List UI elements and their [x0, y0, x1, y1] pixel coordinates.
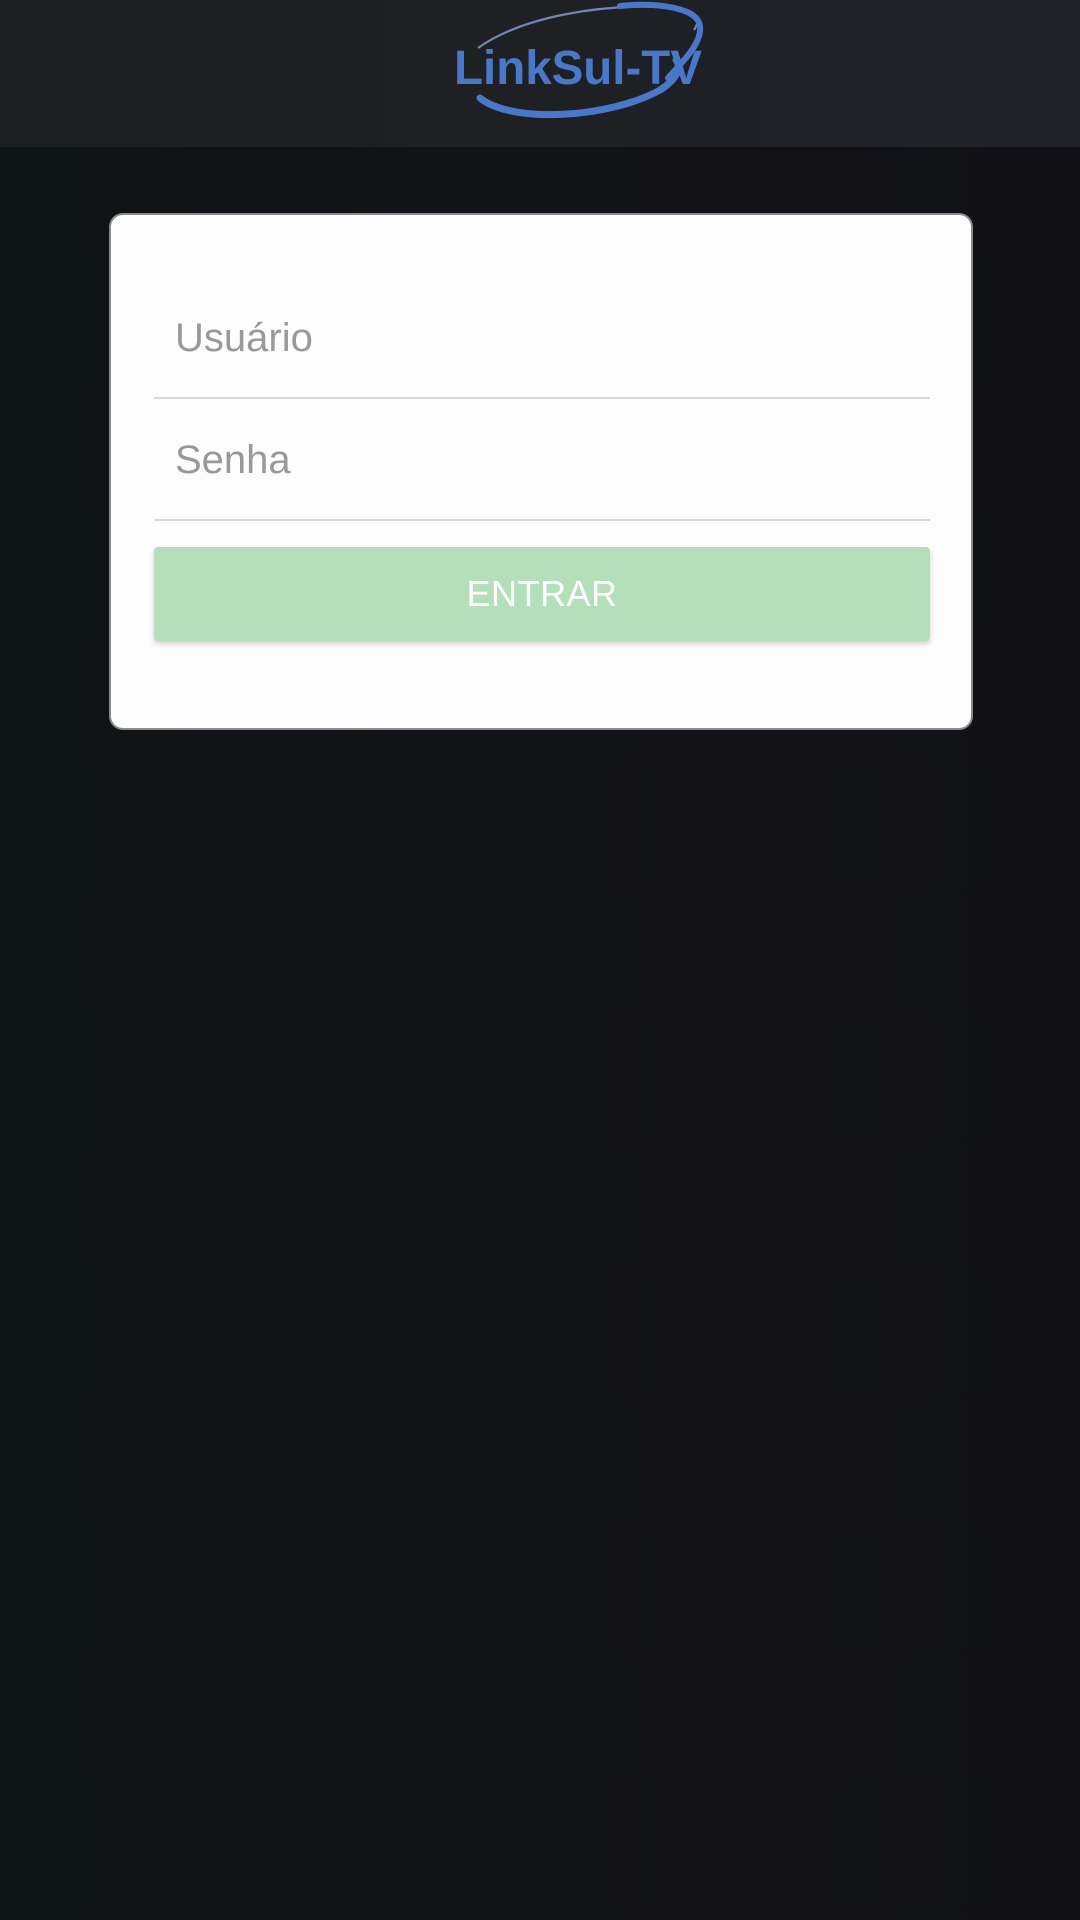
login-card: ENTRAR [109, 213, 973, 730]
password-input[interactable] [154, 401, 930, 519]
password-field-wrapper [154, 401, 930, 521]
username-field-wrapper [154, 279, 930, 399]
username-input[interactable] [154, 279, 930, 397]
app-header: LinkSul-TV [0, 0, 1080, 147]
brand-logo: LinkSul-TV [450, 0, 706, 120]
svg-text:LinkSul-TV: LinkSul-TV [454, 42, 702, 95]
app-screen: LinkSul-TV ENTRAR [0, 0, 1080, 1920]
login-button[interactable]: ENTRAR [154, 547, 930, 641]
